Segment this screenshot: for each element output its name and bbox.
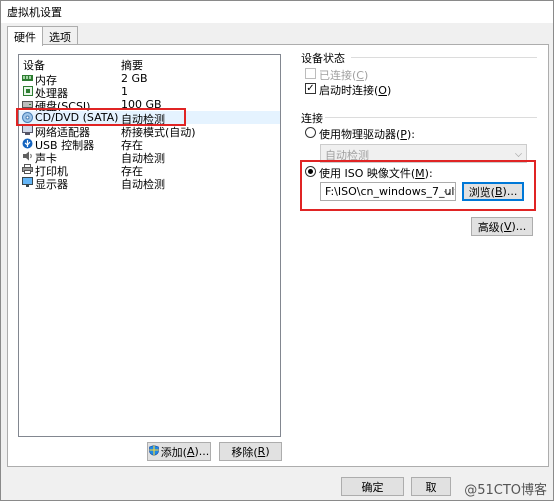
iso-image-label: 使用 ISO 映像文件(M): xyxy=(319,167,433,180)
device-list-header: 设备 摘要 xyxy=(19,55,280,72)
connected-checkbox[interactable] xyxy=(305,68,316,79)
network-adapter-icon xyxy=(22,125,33,135)
sound-card-icon xyxy=(22,151,33,161)
device-status-divider xyxy=(351,57,537,58)
vm-settings-window: 虚拟机设置 硬件 选项 设备 摘要 内存 2 GB 处理器 1 硬盘(SCSI)… xyxy=(0,0,554,501)
remove-button[interactable]: 移除(R) xyxy=(219,442,282,461)
connection-divider xyxy=(325,117,537,118)
hard-disk-icon xyxy=(22,99,33,109)
device-row-processor[interactable]: 处理器 1 xyxy=(19,85,280,100)
add-button[interactable]: 添加(A)... xyxy=(147,442,211,461)
device-row-display[interactable]: 显示器 自动检测 xyxy=(19,176,280,191)
memory-icon xyxy=(22,73,33,83)
printer-icon xyxy=(22,164,33,174)
device-row-usb-controller[interactable]: USB 控制器 存在 xyxy=(19,137,280,152)
device-row-sound-card[interactable]: 声卡 自动检测 xyxy=(19,150,280,165)
watermark: @51CTO博客 xyxy=(464,483,547,498)
cancel-button[interactable]: 取 xyxy=(411,477,451,496)
advanced-button[interactable]: 高级(V)... xyxy=(471,217,533,236)
tab-hardware[interactable]: 硬件 xyxy=(7,26,43,46)
device-list[interactable]: 设备 摘要 内存 2 GB 处理器 1 硬盘(SCSI) 100 GB CD/D… xyxy=(18,54,281,437)
physical-drive-radio[interactable] xyxy=(305,127,316,138)
checkmark-icon: ✓ xyxy=(306,82,315,94)
shield-icon xyxy=(148,444,159,459)
column-header-summary: 摘要 xyxy=(121,59,143,72)
display-icon xyxy=(22,177,33,187)
iso-image-radio[interactable] xyxy=(305,166,316,177)
connection-title: 连接 xyxy=(301,112,323,125)
connect-at-power-on-checkbox[interactable]: ✓ xyxy=(305,83,316,94)
physical-drive-select[interactable]: 自动检测 xyxy=(320,144,527,163)
ok-button[interactable]: 确定 xyxy=(341,477,404,496)
browse-button[interactable]: 浏览(B)... xyxy=(462,182,524,201)
title-bar: 虚拟机设置 xyxy=(1,1,553,23)
device-row-network-adapter[interactable]: 网络适配器 桥接模式(自动) xyxy=(19,124,280,139)
device-row-memory[interactable]: 内存 2 GB xyxy=(19,72,280,87)
cpu-icon xyxy=(22,86,33,96)
connect-at-power-on-label: 启动时连接(O) xyxy=(319,84,392,97)
physical-drive-label: 使用物理驱动器(P): xyxy=(319,128,415,141)
tab-strip: 硬件 选项 xyxy=(7,26,78,46)
iso-path-input[interactable]: F:\ISO\cn_windows_7_ultim xyxy=(320,182,456,201)
device-status-title: 设备状态 xyxy=(301,52,345,65)
device-row-cd-dvd[interactable]: CD/DVD (SATA) 自动检测 xyxy=(19,111,280,126)
device-row-hard-disk[interactable]: 硬盘(SCSI) 100 GB xyxy=(19,98,280,113)
cd-dvd-icon xyxy=(22,111,33,123)
connected-label: 已连接(C) xyxy=(319,69,369,82)
device-row-printer[interactable]: 打印机 存在 xyxy=(19,163,280,178)
usb-icon xyxy=(22,138,33,148)
chevron-down-icon xyxy=(515,150,522,157)
window-title: 虚拟机设置 xyxy=(7,6,62,19)
column-header-device: 设备 xyxy=(23,59,45,72)
tab-options[interactable]: 选项 xyxy=(42,26,78,45)
